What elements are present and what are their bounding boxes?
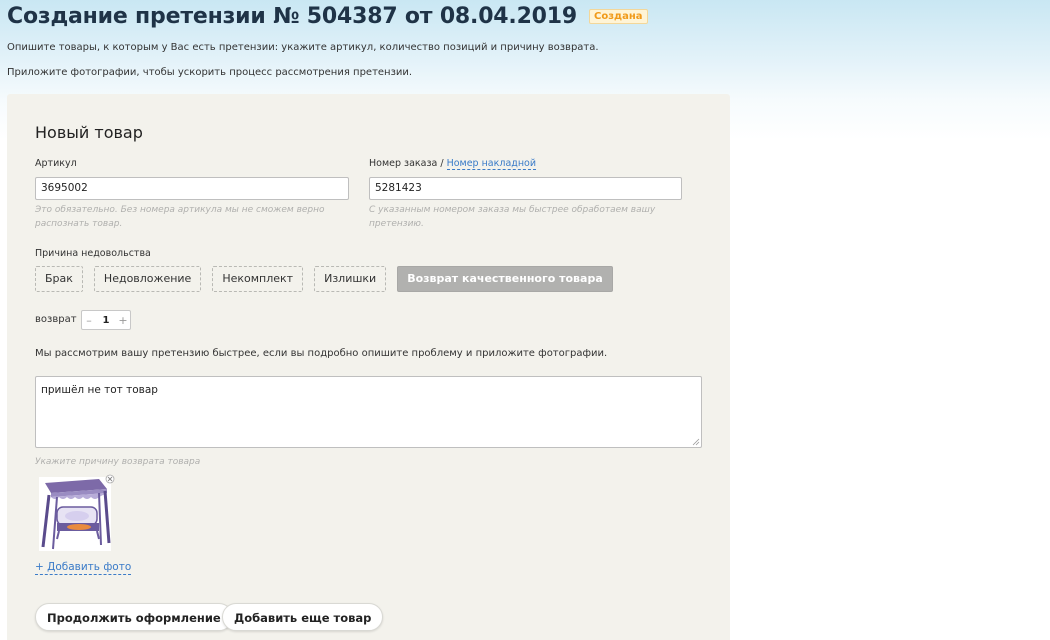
page-title: Создание претензии № 504387 от 08.04.201… xyxy=(7,4,577,29)
quantity-stepper: – 1 + xyxy=(81,310,131,330)
quantity-increment-button[interactable]: + xyxy=(116,314,130,327)
close-circle-icon[interactable] xyxy=(105,474,115,484)
quantity-decrement-button[interactable]: – xyxy=(82,314,96,327)
article-hint-line2: распознать товар. xyxy=(35,219,123,229)
description-text: пришёл не тот товар xyxy=(41,384,158,396)
intro-text-1: Опишите товары, к которым у Вас есть пре… xyxy=(7,42,599,53)
order-label: Номер заказа / xyxy=(369,158,444,169)
order-hint: С указанным номером заказа мы быстрее об… xyxy=(369,203,655,231)
intro-text-2: Приложите фотографии, чтобы ускорить про… xyxy=(7,67,413,78)
article-input[interactable]: 3695002 xyxy=(35,177,349,200)
reason-option-surplus[interactable]: Излишки xyxy=(314,266,387,292)
article-hint: Это обязательно. Без номера артикула мы … xyxy=(35,203,325,231)
invoice-number-link[interactable]: Номер накладной xyxy=(446,158,537,170)
quantity-label: возврат xyxy=(35,314,77,325)
article-hint-line1: Это обязательно. Без номера артикула мы … xyxy=(35,205,325,215)
reason-option-incomplete[interactable]: Некомплект xyxy=(212,266,304,292)
status-badge: Создана xyxy=(589,9,648,24)
add-photo-link[interactable]: + Добавить фото xyxy=(35,561,132,575)
description-note: Мы рассмотрим вашу претензию быстрее, ес… xyxy=(35,348,608,359)
description-hint: Укажите причину возврата товара xyxy=(35,457,201,467)
order-hint-line1: С указанным номером заказа мы быстрее об… xyxy=(369,205,656,215)
reason-option-quality-return[interactable]: Возврат качественного товара xyxy=(397,266,613,292)
garden-swing-image xyxy=(39,477,111,551)
add-more-button[interactable]: Добавить еще товар xyxy=(222,603,384,631)
order-number-input[interactable]: 5281423 xyxy=(369,177,682,200)
quantity-value[interactable]: 1 xyxy=(96,315,116,326)
order-hint-line2: претензию. xyxy=(369,219,424,229)
continue-button[interactable]: Продолжить оформление xyxy=(35,603,233,631)
section-title: Новый товар xyxy=(35,123,143,142)
page: Создание претензии № 504387 от 08.04.201… xyxy=(0,0,1050,640)
article-label: Артикул xyxy=(35,158,77,169)
claim-form-panel: Новый товар Артикул 3695002 Это обязател… xyxy=(7,94,730,640)
description-textarea[interactable]: пришёл не тот товар xyxy=(35,376,702,448)
reason-label: Причина недовольства xyxy=(35,248,151,259)
resize-grip-icon[interactable] xyxy=(692,438,700,446)
title-row: Создание претензии № 504387 от 08.04.201… xyxy=(7,4,648,29)
reason-options: Брак Недовложение Некомплект Излишки Воз… xyxy=(35,266,624,292)
reason-option-shortage[interactable]: Недовложение xyxy=(93,266,202,292)
order-label-row: Номер заказа / Номер накладной xyxy=(369,158,537,170)
reason-option-defect[interactable]: Брак xyxy=(35,266,83,292)
